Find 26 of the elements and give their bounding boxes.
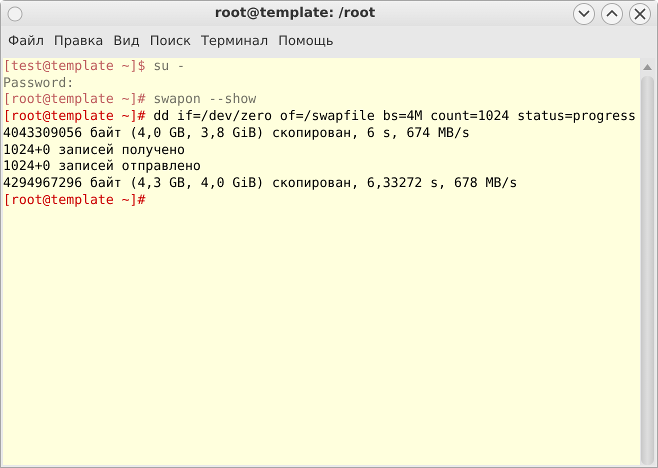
menu-item[interactable]: Терминал	[196, 32, 274, 52]
output-text: 1024+0 записей получено	[3, 142, 185, 158]
menu-item[interactable]: Вид	[108, 32, 145, 52]
menu-item[interactable]: Правка	[48, 32, 108, 52]
close-button[interactable]	[629, 2, 651, 24]
output-text: 1024+0 записей отправлено	[3, 159, 201, 174]
shell-prompt: [root@template ~]#	[3, 109, 146, 124]
window-title: root@template: /root	[214, 4, 376, 24]
close-icon	[634, 8, 646, 20]
maximize-button[interactable]	[601, 2, 623, 24]
minimize-button[interactable]	[573, 2, 595, 24]
menu-item[interactable]: Помощь	[273, 32, 339, 52]
output-text: 4294967296 байт (4,3 GB, 4,0 GiB) скопирован, 6,33272 s, 678 MB/s	[3, 176, 518, 191]
scrollbar-thumb[interactable]	[641, 76, 654, 465]
chevron-up-icon	[606, 10, 618, 17]
command-text: dd if=/dev/zero of=/swapfile bs=4M count=1024 status=progress	[153, 109, 636, 124]
menu-item[interactable]: Поиск	[144, 32, 196, 52]
chevron-down-icon	[578, 10, 590, 17]
shell-prompt: [root@template ~]#	[3, 92, 146, 108]
output-text: 4043309056 байт (4,0 GB, 3,8 GiB) скопирован, 6 s, 674 MB/s	[3, 126, 470, 141]
shell-prompt: [test@template ~]$	[3, 59, 146, 74]
command-text: swapon --show	[153, 92, 256, 108]
shell-prompt: [root@template ~]#	[3, 192, 146, 208]
command-text: su -	[153, 59, 185, 74]
menu-item[interactable]: Файл	[3, 32, 49, 52]
output-text: Password:	[3, 76, 74, 91]
